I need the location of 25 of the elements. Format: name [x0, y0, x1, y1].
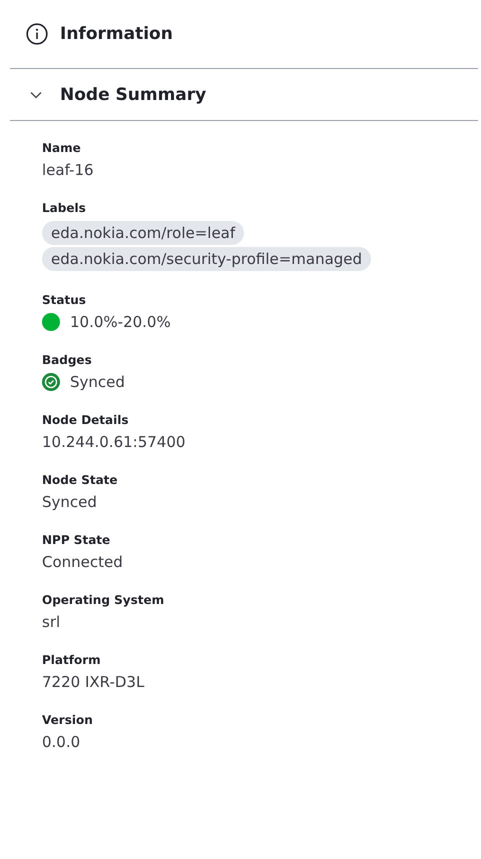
field-label: Operating System: [42, 593, 166, 607]
field-value: srl: [42, 613, 62, 631]
field-label: Badges: [42, 353, 93, 367]
field-label: Node State: [42, 473, 119, 487]
field-value: 0.0.0: [42, 733, 82, 751]
field-label: Status: [42, 293, 87, 307]
field-value: 10.244.0.61:57400: [42, 433, 186, 451]
badge-value: Synced: [70, 373, 125, 391]
field-value: 7220 IXR-D3L: [42, 673, 146, 691]
field-label: NPP State: [42, 533, 112, 547]
check-circle-icon: [42, 373, 60, 391]
field-label: Version: [42, 713, 94, 727]
field-value: Connected: [42, 553, 124, 571]
chevron-icon: [30, 90, 42, 98]
info-icon: [26, 23, 48, 45]
field-label: Name: [42, 141, 82, 155]
label-chip: eda.nokia.com/role=leaf: [42, 221, 244, 245]
field-value: leaf-16: [42, 161, 95, 179]
field-label: Platform: [42, 653, 102, 667]
panel-title: Information: [60, 24, 173, 44]
status-value: 10.0%-20.0%: [70, 313, 171, 331]
field-label: Node Details: [42, 413, 130, 427]
field-value: Synced: [42, 493, 98, 511]
field-label: Labels: [42, 201, 87, 215]
label-chip: eda.nokia.com/security-profile=managed: [42, 247, 372, 271]
